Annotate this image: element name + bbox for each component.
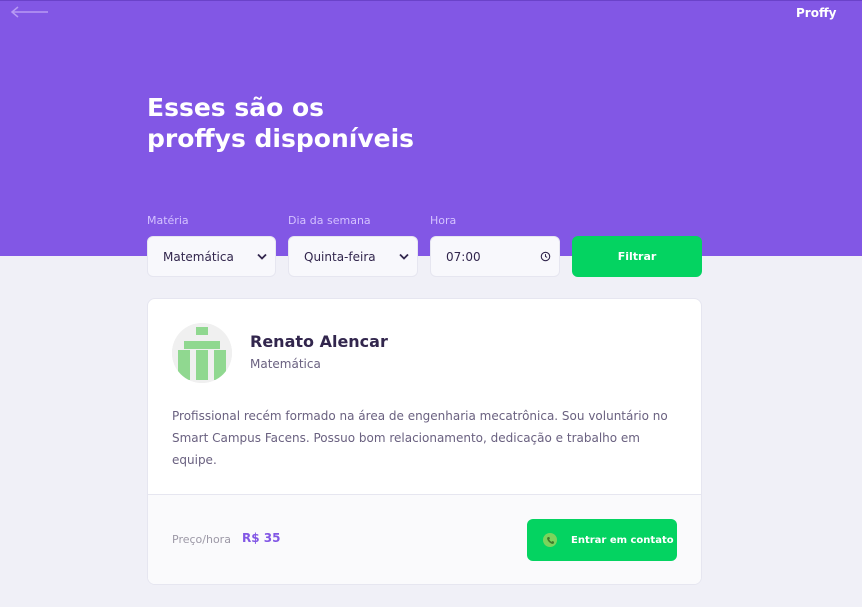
page-title: Esses são os proffys disponíveis [147, 92, 467, 154]
subject-select[interactable]: Matemática [147, 236, 276, 277]
weekday-filter-label: Dia da semana [288, 214, 371, 227]
time-input-value: 07:00 [446, 249, 481, 264]
chevron-down-icon [399, 253, 409, 260]
avatar [172, 323, 232, 383]
weekday-select-value: Quinta-feira [304, 249, 376, 264]
contact-button-label: Entrar em contato [571, 534, 674, 546]
teacher-name: Renato Alencar [250, 332, 388, 351]
subject-select-value: Matemática [163, 249, 234, 264]
price-value: R$ 35 [242, 531, 281, 545]
time-input[interactable]: 07:00 [430, 236, 560, 277]
logo: Proffy [796, 6, 837, 20]
page-title-line-1: Esses são os [147, 93, 325, 122]
subject-filter-label: Matéria [147, 214, 189, 227]
contact-button[interactable]: Entrar em contato [527, 519, 677, 561]
clock-icon[interactable] [540, 251, 551, 262]
back-arrow-icon[interactable] [10, 3, 50, 21]
chevron-down-icon [257, 253, 267, 260]
weekday-select[interactable]: Quinta-feira [288, 236, 418, 277]
price-label: Preço/hora [172, 533, 231, 546]
filter-button[interactable]: Filtrar [572, 236, 702, 277]
time-filter-label: Hora [430, 214, 457, 227]
card-footer: Preço/hora R$ 35 Entrar em contato [148, 494, 701, 584]
page-title-line-2: proffys disponíveis [147, 124, 415, 153]
teacher-card: Renato Alencar Matemática Profissional r… [147, 298, 702, 585]
teacher-bio: Profissional recém formado na área de en… [172, 409, 668, 467]
page-header: Proffy Esses são os proffys disponíveis … [0, 0, 862, 277]
teacher-subject: Matemática [250, 357, 321, 371]
whatsapp-icon [543, 533, 557, 547]
